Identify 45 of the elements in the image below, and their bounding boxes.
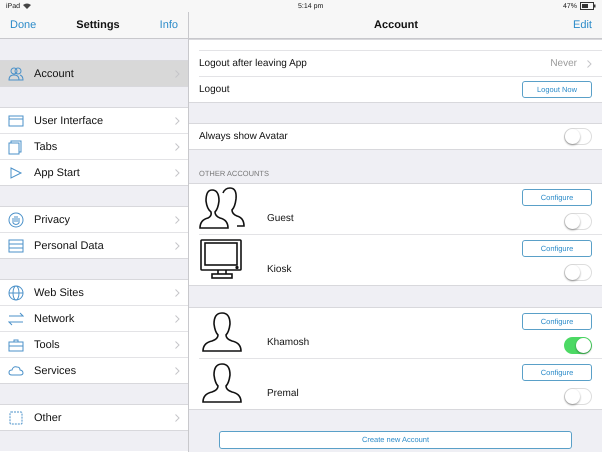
- chevron-icon: [175, 168, 180, 176]
- chevron-icon: [587, 60, 592, 68]
- chevron-icon: [175, 414, 180, 422]
- wifi-icon: [23, 3, 32, 9]
- toggle-switch[interactable]: [564, 264, 592, 280]
- square-icon: [8, 410, 24, 426]
- play-icon: [8, 164, 24, 180]
- chevron-icon: [175, 116, 180, 124]
- chevron-icon: [175, 314, 180, 322]
- toggle-switch[interactable]: [564, 336, 592, 354]
- chevron-icon: [175, 216, 180, 224]
- chevron-icon: [175, 142, 180, 150]
- people-icon: [199, 187, 245, 231]
- setting-label: Always show Avatar: [199, 131, 289, 142]
- done-button[interactable]: Done: [10, 19, 36, 31]
- chevron-icon: [175, 340, 180, 348]
- battery-icon: [580, 2, 596, 10]
- globe-icon: [8, 284, 24, 300]
- drawer-icon: [8, 238, 24, 254]
- hand-icon: [8, 212, 24, 228]
- toggle-switch[interactable]: [564, 388, 592, 404]
- person-icon: [199, 311, 245, 355]
- account-name: Guest: [267, 212, 295, 224]
- chevron-icon: [175, 242, 180, 250]
- arrows-icon: [8, 310, 24, 326]
- toggle-switch[interactable]: [564, 212, 592, 230]
- setting-label: Logout after leaving App: [199, 58, 308, 69]
- toggle-switch[interactable]: [564, 128, 592, 145]
- briefcase-icon: [8, 336, 24, 352]
- pages-icon: [8, 138, 24, 154]
- info-button[interactable]: Info: [160, 19, 178, 31]
- window-icon: [8, 112, 24, 128]
- account-name: Premal: [267, 386, 300, 398]
- sidebar-title: Settings: [76, 19, 120, 31]
- account-name: Khamosh: [267, 336, 310, 348]
- page-title: Account: [374, 19, 418, 31]
- setting-label: Logout: [199, 84, 231, 95]
- account-name: Kiosk: [267, 262, 292, 274]
- sidebar-item[interactable]: Account: [0, 61, 188, 86]
- people-icon: [8, 66, 24, 82]
- monitor-icon: [199, 238, 245, 282]
- chevron-icon: [175, 366, 180, 374]
- person-icon: [199, 362, 245, 406]
- chevron-icon: [175, 288, 180, 296]
- edit-button[interactable]: Edit: [573, 19, 592, 31]
